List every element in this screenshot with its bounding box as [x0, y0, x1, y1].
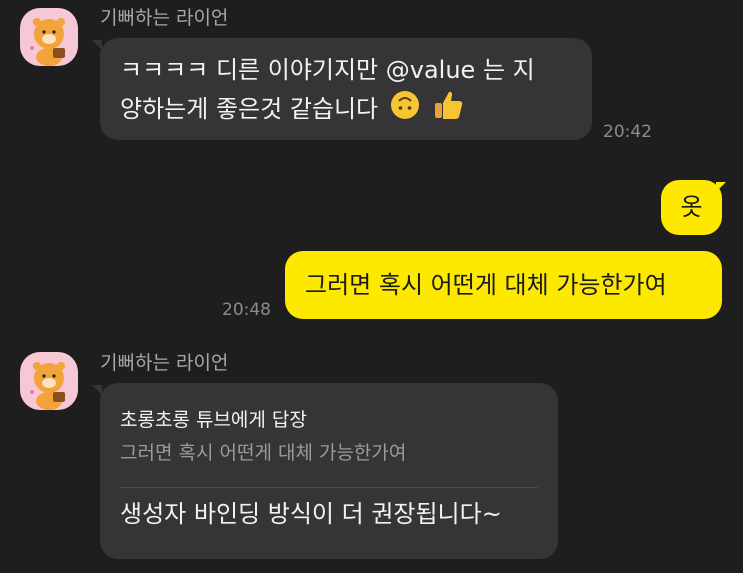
divider — [120, 487, 538, 488]
sender-name: 기뻐하는 라이언 — [100, 7, 229, 29]
sender-name: 기뻐하는 라이언 — [100, 352, 229, 374]
timestamp: 20:48 — [222, 300, 271, 320]
avatar[interactable] — [20, 8, 78, 66]
lion-character-icon — [30, 18, 65, 66]
upside-down-face-icon — [390, 90, 420, 130]
message-text: 양하는게 좋은것 같습니다 — [120, 95, 379, 123]
message-bubble[interactable]: ㅋㅋㅋㅋ 디른 이야기지만 @value 는 지 양하는게 좋은것 같습니다 — [100, 38, 592, 140]
thumbs-up-icon — [431, 88, 465, 132]
quoted-message[interactable]: 그러면 혹시 어떤게 대체 가능한가여 — [120, 438, 538, 465]
bubble-tail — [716, 182, 726, 192]
message-text: 생성자 바인딩 방식이 더 권장됩니다~ — [120, 500, 502, 528]
reply-message-bubble[interactable]: 초롱초롱 튜브에게 답장 그러면 혹시 어떤게 대체 가능한가여 생성자 바인딩… — [100, 383, 558, 559]
timestamp: 20:42 — [603, 122, 652, 142]
message-bubble[interactable]: 그러면 혹시 어떤게 대체 가능한가여 — [285, 251, 722, 319]
lion-character-icon — [30, 362, 65, 410]
avatar[interactable] — [20, 352, 78, 410]
message-text: 그러면 혹시 어떤게 대체 가능한가여 — [305, 271, 667, 299]
message-text: 옷 — [680, 193, 703, 221]
reply-target: 초롱초롱 튜브에게 답장 — [120, 409, 307, 431]
message-line: 양하는게 좋은것 같습니다 — [120, 88, 572, 132]
message-bubble[interactable]: 옷 — [661, 180, 722, 235]
message-line: ㅋㅋㅋㅋ 디른 이야기지만 @value 는 지 — [120, 56, 535, 84]
